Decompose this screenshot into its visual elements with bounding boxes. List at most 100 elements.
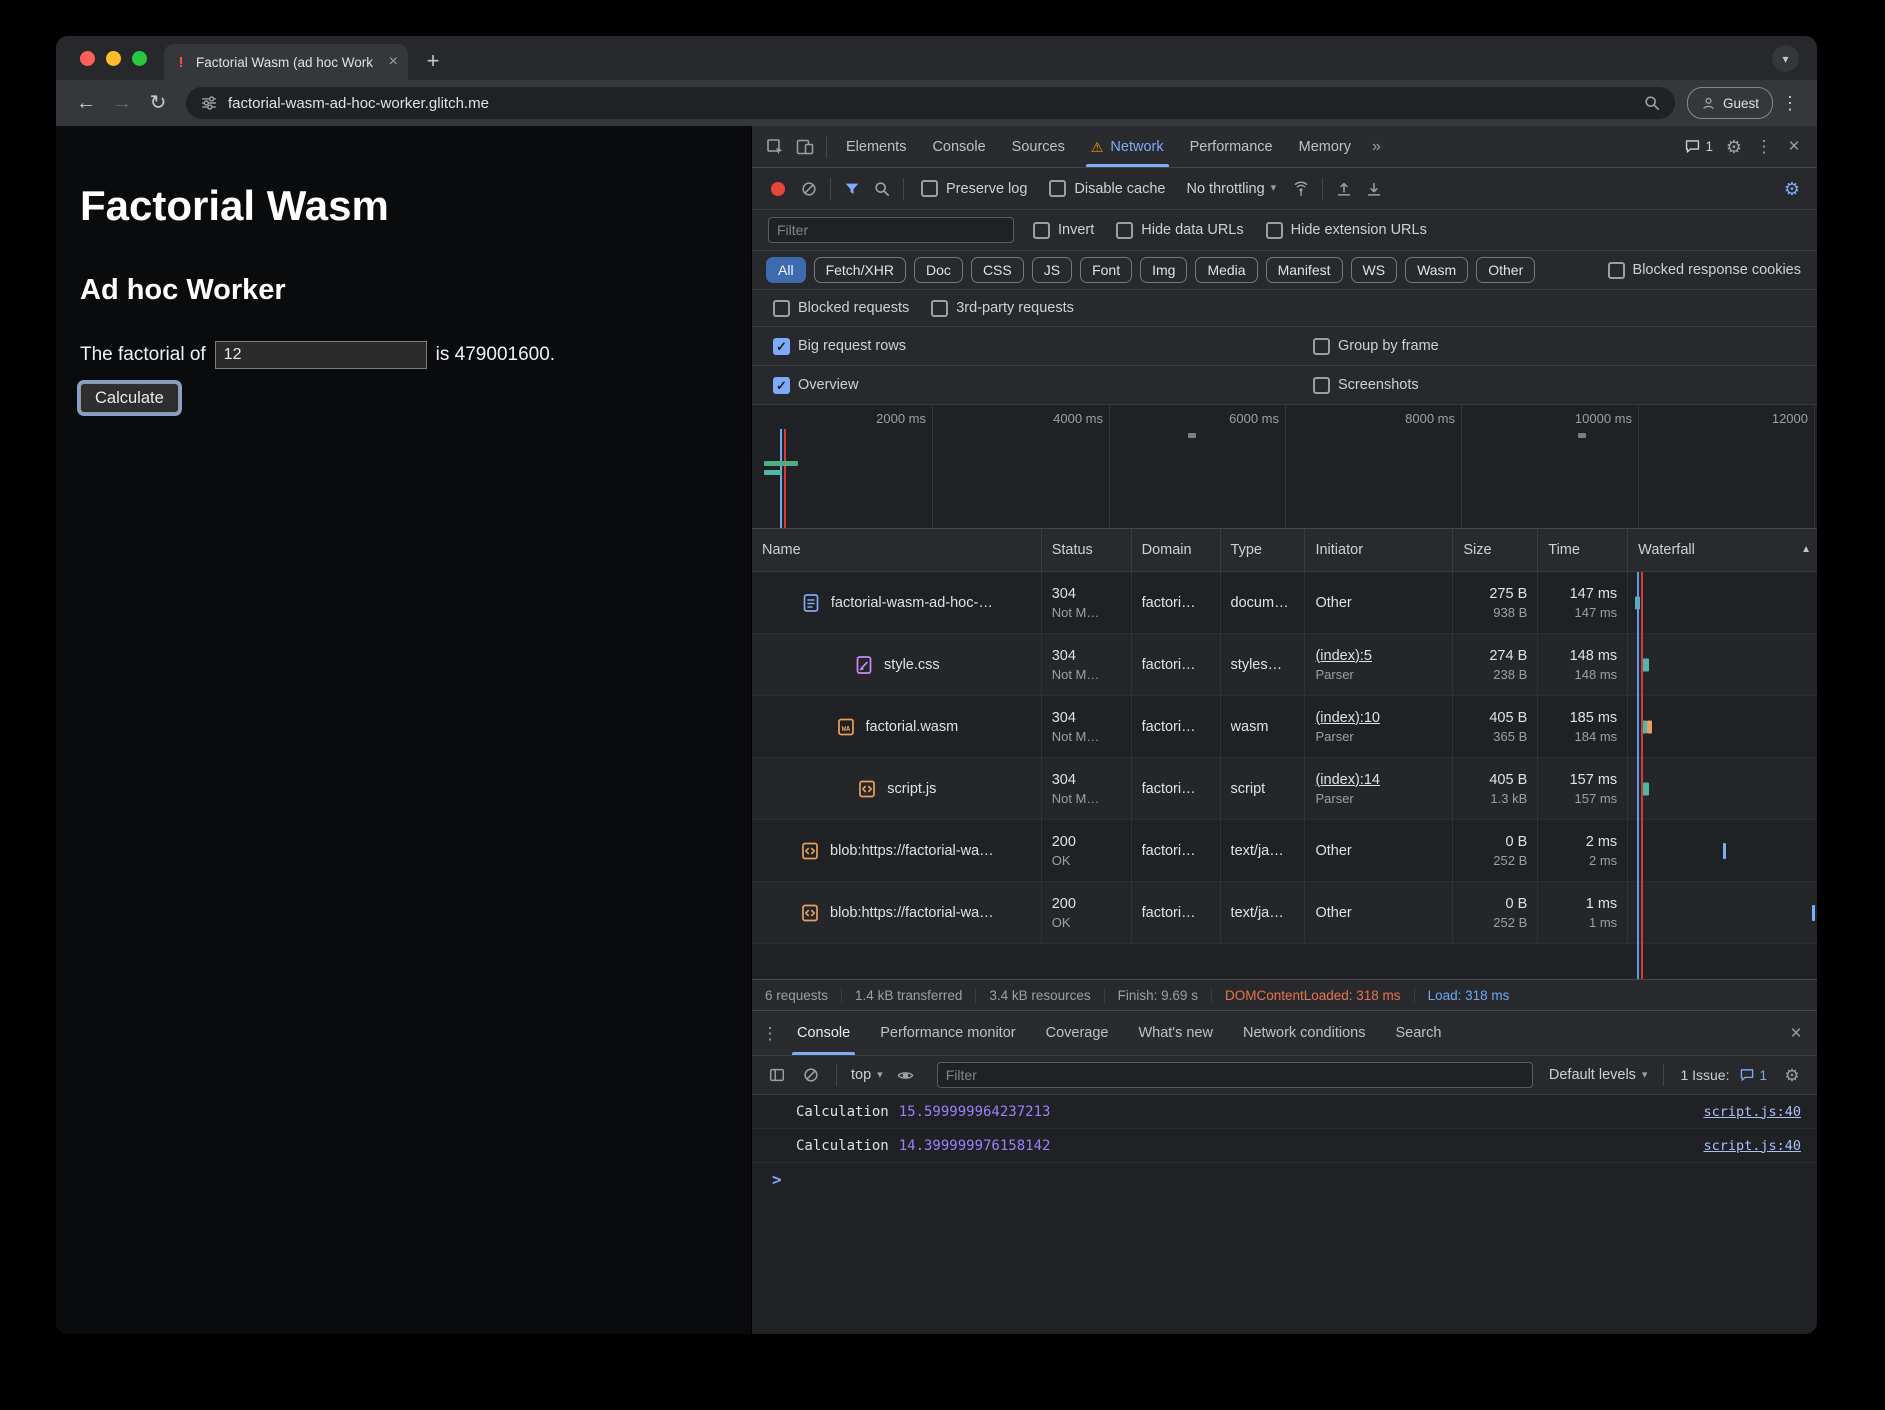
devtools-menu-icon[interactable]: ⋮	[1749, 132, 1779, 162]
blocked-response-cookies-label[interactable]: Blocked response cookies	[1633, 262, 1801, 278]
invert-label[interactable]: Invert	[1058, 222, 1094, 238]
zoom-icon[interactable]	[1643, 94, 1661, 112]
console-settings-icon[interactable]: ⚙	[1777, 1060, 1807, 1090]
issues-badge[interactable]: 1	[1678, 138, 1719, 155]
drawer-menu-icon[interactable]: ⋮	[758, 1018, 782, 1048]
column-header-size[interactable]: Size	[1453, 529, 1538, 571]
tab-search-button[interactable]: ▾	[1772, 45, 1799, 72]
tab-network[interactable]: ⚠ Network	[1078, 126, 1177, 167]
drawer-tab-network-conditions[interactable]: Network conditions	[1228, 1011, 1381, 1055]
filter-funnel-icon[interactable]	[837, 174, 867, 204]
inspect-icon[interactable]	[760, 132, 790, 162]
screenshots-checkbox[interactable]	[1313, 377, 1330, 394]
overview-timeline[interactable]: 2000 ms 4000 ms 6000 ms 8000 ms 10000 ms…	[752, 405, 1817, 529]
console-clear-icon[interactable]	[796, 1060, 826, 1090]
preserve-log-label[interactable]: Preserve log	[946, 181, 1027, 197]
calculate-button[interactable]: Calculate	[80, 383, 179, 413]
back-button[interactable]: ←	[70, 87, 102, 119]
network-request-row[interactable]: blob:https://factorial-wa… 200OK factori…	[752, 882, 1817, 944]
reload-button[interactable]: ↻	[142, 87, 174, 119]
browser-menu-icon[interactable]: ⋮	[1777, 94, 1803, 112]
network-request-row[interactable]: factorial-wasm-ad-hoc-… 304Not M… factor…	[752, 572, 1817, 634]
import-har-icon[interactable]	[1329, 174, 1359, 204]
record-button[interactable]	[771, 182, 785, 196]
filter-chip-all[interactable]: All	[766, 257, 806, 283]
blocked-response-cookies-checkbox[interactable]	[1608, 262, 1625, 279]
new-tab-button[interactable]: +	[418, 46, 448, 76]
tab-sources[interactable]: Sources	[999, 126, 1078, 167]
filter-chip-fetch-xhr[interactable]: Fetch/XHR	[814, 257, 906, 283]
forward-button[interactable]: →	[106, 87, 138, 119]
tab-console[interactable]: Console	[919, 126, 998, 167]
issues-counter[interactable]: 1	[1739, 1067, 1767, 1083]
network-conditions-icon[interactable]	[1286, 174, 1316, 204]
network-request-row[interactable]: WA factorial.wasm 304Not M… factori… was…	[752, 696, 1817, 758]
site-info-icon[interactable]	[200, 94, 218, 112]
clear-network-icon[interactable]	[794, 174, 824, 204]
hide-extension-urls-checkbox[interactable]	[1266, 222, 1283, 239]
message-source-link[interactable]: script.js:40	[1703, 1104, 1801, 1120]
console-filter-input[interactable]	[937, 1062, 1533, 1088]
filter-chip-manifest[interactable]: Manifest	[1266, 257, 1343, 283]
third-party-requests-label[interactable]: 3rd-party requests	[956, 300, 1074, 316]
live-expression-eye-icon[interactable]	[891, 1060, 921, 1090]
blocked-requests-checkbox[interactable]	[773, 300, 790, 317]
invert-checkbox[interactable]	[1033, 222, 1050, 239]
console-sidebar-icon[interactable]	[762, 1060, 792, 1090]
initiator-link[interactable]: (index):14	[1315, 772, 1442, 788]
column-header-waterfall[interactable]: Waterfall ▲	[1628, 529, 1817, 571]
column-header-status[interactable]: Status	[1042, 529, 1132, 571]
third-party-requests-checkbox[interactable]	[931, 300, 948, 317]
filter-chip-font[interactable]: Font	[1080, 257, 1132, 283]
hide-data-urls-label[interactable]: Hide data URLs	[1141, 222, 1243, 238]
issues-counter-label[interactable]: 1 Issue:	[1680, 1067, 1729, 1083]
drawer-tab-performance-monitor[interactable]: Performance monitor	[865, 1011, 1030, 1055]
hide-data-urls-checkbox[interactable]	[1116, 222, 1133, 239]
drawer-tab-console[interactable]: Console	[782, 1011, 865, 1055]
filter-chip-media[interactable]: Media	[1195, 257, 1257, 283]
browser-tab[interactable]: ! Factorial Wasm (ad hoc Work ×	[164, 44, 408, 80]
group-by-frame-label[interactable]: Group by frame	[1338, 338, 1439, 354]
tab-elements[interactable]: Elements	[833, 126, 919, 167]
filter-chip-js[interactable]: JS	[1032, 257, 1072, 283]
tab-performance[interactable]: Performance	[1177, 126, 1286, 167]
column-header-initiator[interactable]: Initiator	[1305, 529, 1453, 571]
message-source-link[interactable]: script.js:40	[1703, 1138, 1801, 1154]
drawer-close-icon[interactable]: ×	[1781, 1018, 1811, 1048]
preserve-log-checkbox[interactable]	[921, 180, 938, 197]
group-by-frame-checkbox[interactable]	[1313, 338, 1330, 355]
screenshots-label[interactable]: Screenshots	[1338, 377, 1419, 393]
network-request-row[interactable]: script.js 304Not M… factori… script (ind…	[752, 758, 1817, 820]
network-settings-icon[interactable]: ⚙	[1777, 174, 1807, 204]
disable-cache-checkbox[interactable]	[1049, 180, 1066, 197]
filter-chip-wasm[interactable]: Wasm	[1405, 257, 1468, 283]
overview-label[interactable]: Overview	[798, 377, 858, 393]
filter-chip-ws[interactable]: WS	[1351, 257, 1398, 283]
filter-chip-other[interactable]: Other	[1476, 257, 1535, 283]
throttling-select[interactable]: No throttling ▾	[1186, 181, 1276, 197]
big-request-rows-label[interactable]: Big request rows	[798, 338, 906, 354]
omnibox[interactable]: factorial-wasm-ad-hoc-worker.glitch.me	[186, 87, 1675, 119]
export-har-icon[interactable]	[1359, 174, 1389, 204]
big-request-rows-checkbox[interactable]: ✓	[773, 338, 790, 355]
drawer-tab-whats-new[interactable]: What's new	[1123, 1011, 1228, 1055]
guest-badge[interactable]: Guest	[1687, 87, 1773, 119]
initiator-link[interactable]: (index):10	[1315, 710, 1442, 726]
url-text[interactable]: factorial-wasm-ad-hoc-worker.glitch.me	[228, 95, 1633, 112]
disable-cache-label[interactable]: Disable cache	[1074, 181, 1165, 197]
filter-chip-img[interactable]: Img	[1140, 257, 1187, 283]
console-prompt[interactable]: >	[752, 1163, 1817, 1197]
filter-chip-doc[interactable]: Doc	[914, 257, 963, 283]
initiator-link[interactable]: (index):5	[1315, 648, 1442, 664]
drawer-tab-search[interactable]: Search	[1380, 1011, 1456, 1055]
device-toolbar-icon[interactable]	[790, 132, 820, 162]
factorial-input[interactable]	[215, 341, 427, 369]
column-header-name[interactable]: Name	[752, 529, 1042, 571]
network-request-row[interactable]: style.css 304Not M… factori… styles… (in…	[752, 634, 1817, 696]
column-header-type[interactable]: Type	[1221, 529, 1306, 571]
zoom-window-button[interactable]	[132, 51, 147, 66]
column-header-time[interactable]: Time	[1538, 529, 1628, 571]
hide-extension-urls-label[interactable]: Hide extension URLs	[1291, 222, 1427, 238]
drawer-tab-coverage[interactable]: Coverage	[1031, 1011, 1124, 1055]
filter-chip-css[interactable]: CSS	[971, 257, 1024, 283]
